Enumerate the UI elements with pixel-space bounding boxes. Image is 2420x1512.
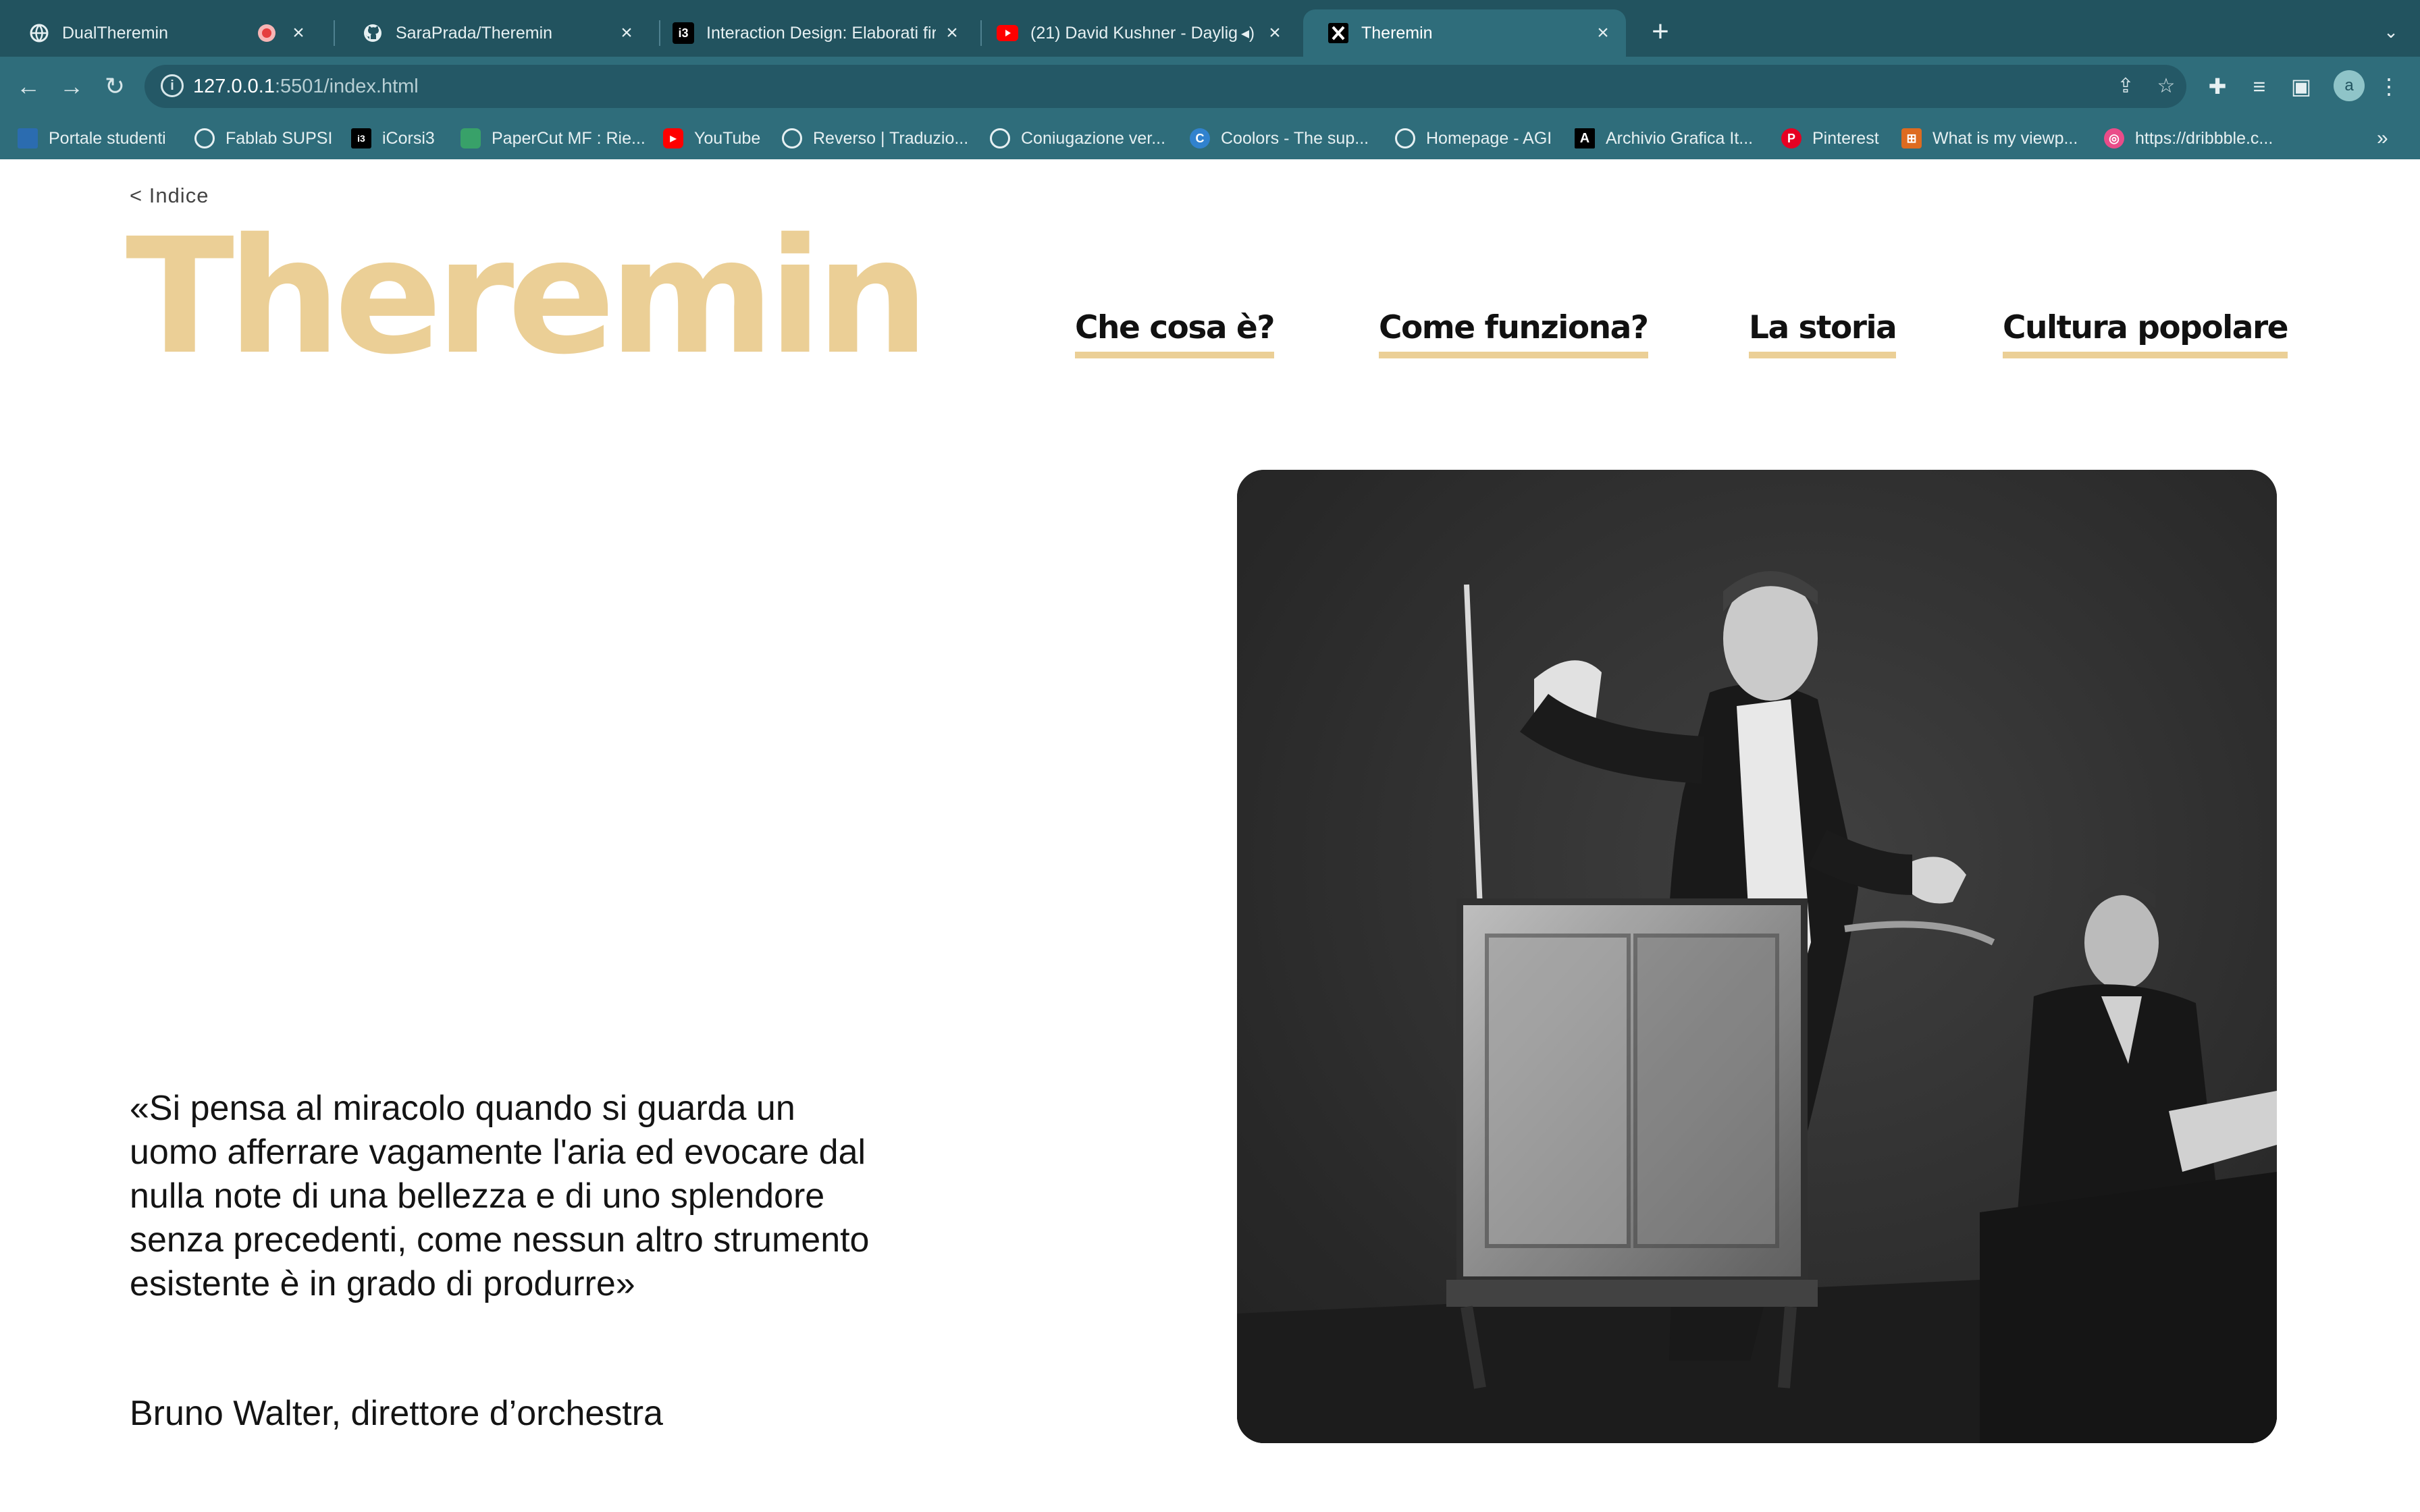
dribbble-icon: ◎ bbox=[2104, 128, 2124, 148]
tab-title: Theremin bbox=[1361, 23, 1433, 43]
youtube-icon bbox=[997, 22, 1018, 44]
bookmark-label: Archivio Grafica It... bbox=[1606, 128, 1754, 148]
theremin-performer-photo bbox=[1237, 470, 2277, 1443]
back-button[interactable]: ← bbox=[9, 68, 47, 105]
forward-button[interactable]: → bbox=[53, 68, 90, 105]
tab-search-button[interactable]: ⌄ bbox=[2374, 15, 2408, 49]
extensions-icon[interactable]: ✚ bbox=[2199, 68, 2236, 105]
bookmark-agi[interactable]: Homepage - AGI bbox=[1395, 117, 1552, 159]
portal-icon bbox=[18, 128, 38, 148]
nav-link-la-storia[interactable]: La storia bbox=[1749, 309, 1897, 358]
bookmarks-overflow-icon[interactable]: » bbox=[2377, 117, 2388, 159]
url-text[interactable]: 127.0.0.1:5501/index.html bbox=[193, 65, 419, 108]
archive-a-icon: A bbox=[1575, 128, 1595, 148]
i3-icon: i3 bbox=[351, 128, 371, 148]
tab-youtube[interactable]: (21) David Kushner - Daylig ◂) × bbox=[972, 9, 1298, 57]
nav-link-cultura-popolare[interactable]: Cultura popolare bbox=[2003, 309, 2289, 358]
nav-link-come-funziona[interactable]: Come funziona? bbox=[1379, 309, 1649, 358]
nav-link-che-cosa-e[interactable]: Che cosa è? bbox=[1075, 309, 1275, 358]
recording-icon bbox=[258, 24, 275, 42]
close-icon[interactable]: × bbox=[289, 22, 308, 45]
bookmark-label: Portale studenti bbox=[49, 128, 166, 148]
media-controls-icon[interactable]: ≡ bbox=[2240, 68, 2278, 105]
browser-toolbar: ← → ↻ i 127.0.0.1:5501/index.html ⇪ ☆ ✚ … bbox=[0, 57, 2420, 159]
bookmark-portale-studenti[interactable]: Portale studenti bbox=[18, 117, 166, 159]
new-tab-button[interactable]: + bbox=[1643, 15, 1677, 49]
bookmark-dribbble[interactable]: ◎ https://dribbble.c... bbox=[2104, 117, 2273, 159]
bookmark-reverso[interactable]: Reverso | Traduzio... bbox=[782, 117, 968, 159]
bookmark-youtube[interactable]: ▶ YouTube bbox=[663, 117, 760, 159]
bookmark-label: YouTube bbox=[694, 128, 761, 148]
close-icon[interactable]: × bbox=[1265, 22, 1284, 45]
reverso-icon bbox=[782, 128, 802, 148]
side-panel-icon[interactable]: ▣ bbox=[2282, 68, 2320, 105]
bookmark-label: What is my viewp... bbox=[1932, 128, 2078, 148]
globe-icon bbox=[194, 128, 215, 148]
tab-dualtheremin[interactable]: DualTheremin × bbox=[4, 9, 321, 57]
profile-avatar[interactable]: a bbox=[2334, 70, 2365, 101]
close-icon[interactable]: × bbox=[617, 22, 636, 45]
pinterest-icon: P bbox=[1781, 128, 1801, 148]
reverso-icon bbox=[990, 128, 1010, 148]
photo-illustration bbox=[1237, 470, 2277, 1443]
bookmark-star-icon[interactable]: ☆ bbox=[2151, 72, 2181, 101]
bookmark-papercut[interactable]: PaperCut MF : Rie... bbox=[461, 117, 646, 159]
tab-divider bbox=[334, 20, 335, 46]
bookmarks-bar: Portale studenti Fablab SUPSI i3 iCorsi3 … bbox=[0, 117, 2420, 159]
bookmark-coniugazione[interactable]: Coniugazione ver... bbox=[990, 117, 1165, 159]
browser-tab-strip: DualTheremin × SaraPrada/Theremin × i3 I… bbox=[0, 0, 2420, 57]
close-icon[interactable]: × bbox=[1594, 22, 1612, 45]
reload-button[interactable]: ↻ bbox=[96, 68, 134, 105]
tab-theremin[interactable]: Theremin × bbox=[1303, 9, 1626, 57]
tab-title: DualTheremin bbox=[62, 23, 169, 43]
bookmark-label: Coolors - The sup... bbox=[1221, 128, 1369, 148]
papercut-icon bbox=[461, 128, 481, 148]
github-icon bbox=[362, 22, 384, 44]
globe-icon bbox=[1395, 128, 1415, 148]
quote-author: Bruno Walter, direttore d’orchestra bbox=[130, 1394, 663, 1433]
bookmark-fablab-supsi[interactable]: Fablab SUPSI bbox=[194, 117, 332, 159]
bookmark-viewport[interactable]: ⊞ What is my viewp... bbox=[1901, 117, 2078, 159]
bookmark-label: Fablab SUPSI bbox=[226, 128, 333, 148]
bookmark-label: Pinterest bbox=[1812, 128, 1879, 148]
speaker-icon[interactable]: ◂) bbox=[1241, 24, 1255, 43]
youtube-icon: ▶ bbox=[663, 128, 683, 148]
bookmark-label: https://dribbble.c... bbox=[2135, 128, 2273, 148]
bookmark-pinterest[interactable]: P Pinterest bbox=[1781, 117, 1879, 159]
quote-text: «Si pensa al miracolo quando si guarda u… bbox=[130, 1089, 870, 1303]
bookmark-label: Homepage - AGI bbox=[1426, 128, 1552, 148]
tab-github[interactable]: SaraPrada/Theremin × bbox=[338, 9, 650, 57]
bookmark-label: iCorsi3 bbox=[382, 128, 435, 148]
tab-title: (21) David Kushner - Daylig bbox=[1030, 23, 1238, 43]
globe-icon bbox=[28, 22, 50, 44]
address-bar[interactable]: i 127.0.0.1:5501/index.html ⇪ ☆ bbox=[144, 65, 2186, 108]
coolors-icon: C bbox=[1190, 128, 1210, 148]
info-icon[interactable]: i bbox=[161, 74, 184, 97]
menu-kebab-icon[interactable]: ⋮ bbox=[2370, 68, 2408, 105]
url-host: 127.0.0.1 bbox=[193, 76, 275, 97]
i3-icon: i3 bbox=[673, 22, 694, 44]
close-icon[interactable]: × bbox=[943, 22, 962, 45]
bookmark-icorsi3[interactable]: i3 iCorsi3 bbox=[351, 117, 435, 159]
viewport-icon: ⊞ bbox=[1901, 128, 1922, 148]
share-icon[interactable]: ⇪ bbox=[2111, 72, 2140, 101]
bookmark-label: PaperCut MF : Rie... bbox=[492, 128, 646, 148]
bookmark-label: Coniugazione ver... bbox=[1021, 128, 1166, 148]
tab-title: Interaction Design: Elaborati fir bbox=[706, 23, 936, 43]
bookmark-coolors[interactable]: C Coolors - The sup... bbox=[1190, 117, 1369, 159]
page-title: Theremin bbox=[126, 204, 929, 389]
bookmark-archivio-grafica[interactable]: A Archivio Grafica It... bbox=[1575, 117, 1753, 159]
x-logo-icon bbox=[1327, 22, 1349, 44]
bookmark-label: Reverso | Traduzio... bbox=[813, 128, 969, 148]
url-path: :5501/index.html bbox=[274, 76, 419, 97]
tab-interaction-design[interactable]: i3 Interaction Design: Elaborati fir × bbox=[648, 9, 975, 57]
tab-title: SaraPrada/Theremin bbox=[396, 23, 553, 43]
